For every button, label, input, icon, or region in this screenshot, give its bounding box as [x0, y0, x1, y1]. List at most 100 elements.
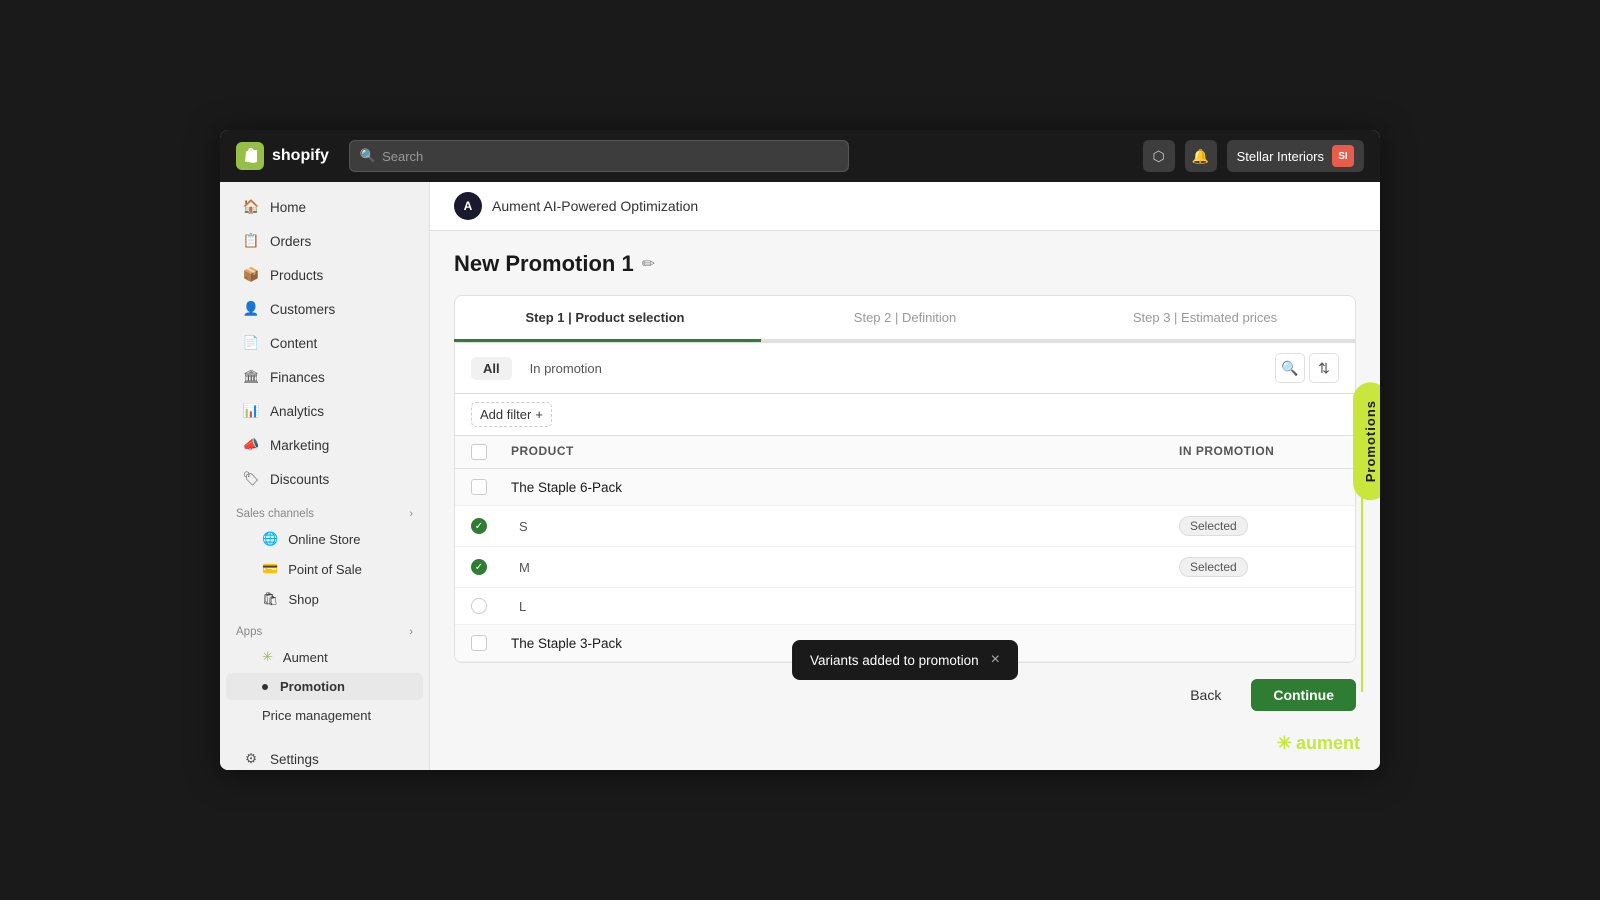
selected-badge-s: Selected [1179, 516, 1248, 536]
table-row: The Staple 6-Pack [455, 469, 1355, 506]
aument-logo-text: aument [1296, 733, 1360, 754]
sidebar-item-products[interactable]: 📦 Products [226, 259, 423, 291]
search-icon: 🔍 [360, 148, 376, 164]
sidebar-label-online-store: Online Store [288, 532, 360, 547]
sidebar-item-finances[interactable]: 🏛 Finances [226, 361, 423, 393]
sidebar-label-promotion: Promotion [280, 679, 345, 694]
page-title-row: New Promotion 1 ✏ [454, 251, 1356, 277]
products-icon: 📦 [242, 266, 260, 284]
sales-channels-chevron: › [409, 508, 413, 520]
store-name: Stellar Interiors [1237, 149, 1324, 164]
help-icon-btn[interactable]: ⬡ [1143, 140, 1175, 172]
sidebar-label-products: Products [270, 268, 323, 283]
topbar-right: ⬡ 🔔 Stellar Interiors SI [1143, 140, 1364, 172]
table-row: L [455, 588, 1355, 625]
row-checkbox-l[interactable] [471, 598, 511, 614]
row-checkbox-staple3[interactable] [471, 635, 511, 651]
sidebar-item-content[interactable]: 📄 Content [226, 327, 423, 359]
store-avatar: SI [1332, 145, 1354, 167]
promotions-side-tab[interactable]: Promotions [1353, 382, 1380, 500]
variant-name-l: L [511, 599, 1179, 614]
edit-icon[interactable]: ✏ [642, 254, 655, 274]
sidebar-label-orders: Orders [270, 234, 311, 249]
row-checkbox-m[interactable]: ✓ [471, 559, 511, 575]
add-filter-label: Add filter [480, 407, 531, 422]
search-filter-icon-btn[interactable]: 🔍 [1275, 353, 1305, 383]
search-bar[interactable]: 🔍 Search [349, 140, 849, 172]
sidebar-item-marketing[interactable]: 📣 Marketing [226, 429, 423, 461]
variant-name-s: S [511, 519, 1179, 534]
content-icon: 📄 [242, 334, 260, 352]
in-promotion-m: Selected [1179, 557, 1339, 577]
sort-icon-btn[interactable]: ⇅ [1309, 353, 1339, 383]
sidebar-label-finances: Finances [270, 370, 325, 385]
row-checkbox-staple6[interactable] [471, 479, 511, 495]
step-2[interactable]: Step 2 | Definition [755, 296, 1055, 339]
sidebar-item-shop[interactable]: 🛍 Shop [226, 585, 423, 613]
store-btn[interactable]: Stellar Interiors SI [1227, 140, 1364, 172]
sidebar: 🏠 Home 📋 Orders 📦 Products 👤 Customers 📄… [220, 182, 430, 770]
sidebar-item-customers[interactable]: 👤 Customers [226, 293, 423, 325]
bell-icon: 🔔 [1192, 148, 1209, 165]
aument-logo: ✳ aument [1277, 733, 1360, 754]
checkbox-m[interactable]: ✓ [471, 559, 487, 575]
analytics-icon: 📊 [242, 402, 260, 420]
select-all-checkbox[interactable] [471, 444, 487, 460]
checkbox-l[interactable] [471, 598, 487, 614]
step-1[interactable]: Step 1 | Product selection [455, 296, 755, 339]
back-button[interactable]: Back [1172, 679, 1239, 711]
app-header: A Aument AI-Powered Optimization [430, 182, 1380, 231]
page-title: New Promotion 1 [454, 251, 634, 277]
checkbox-s[interactable]: ✓ [471, 518, 487, 534]
shopify-text: shopify [272, 147, 329, 165]
tab-row: All In promotion 🔍 ⇅ [455, 343, 1355, 394]
row-checkbox-s[interactable]: ✓ [471, 518, 511, 534]
checkbox-staple3[interactable] [471, 635, 487, 651]
header-product: Product [511, 444, 1179, 460]
sidebar-label-price-mgmt: Price management [262, 708, 371, 723]
search-placeholder: Search [382, 149, 423, 164]
plus-icon: + [535, 407, 543, 422]
sidebar-item-price-management[interactable]: Price management [226, 702, 423, 729]
step-3-label: Step 3 | Estimated prices [1133, 310, 1277, 325]
sidebar-label-settings: Settings [270, 752, 319, 767]
sidebar-item-home[interactable]: 🏠 Home [226, 191, 423, 223]
discounts-icon: 🏷 [242, 470, 260, 488]
aument-star-icon: ✳ [1277, 733, 1292, 754]
sidebar-label-customers: Customers [270, 302, 335, 317]
sidebar-label-aument: Aument [283, 650, 328, 665]
shopify-logo-icon [236, 142, 264, 170]
sidebar-item-settings[interactable]: ⚙ Settings [226, 743, 423, 770]
step-3[interactable]: Step 3 | Estimated prices [1055, 296, 1355, 339]
toast-notification: Variants added to promotion × [792, 640, 1018, 680]
sidebar-item-discounts[interactable]: 🏷 Discounts [226, 463, 423, 495]
shopify-logo[interactable]: shopify [236, 142, 329, 170]
checkbox-staple6[interactable] [471, 479, 487, 495]
search-filter-icon: 🔍 [1281, 360, 1298, 377]
bell-icon-btn[interactable]: 🔔 [1185, 140, 1217, 172]
sidebar-item-pos[interactable]: 💳 Point of Sale [226, 555, 423, 583]
promotion-indicator [262, 684, 268, 690]
apps-section: Apps › [220, 614, 429, 642]
sidebar-item-promotion[interactable]: Promotion [226, 673, 423, 700]
step-2-label: Step 2 | Definition [854, 310, 956, 325]
toast-close-btn[interactable]: × [991, 652, 1000, 668]
tab-in-promotion[interactable]: In promotion [518, 357, 614, 380]
promo-side-line [1361, 492, 1363, 692]
sidebar-item-orders[interactable]: 📋 Orders [226, 225, 423, 257]
product-card: All In promotion 🔍 ⇅ [454, 342, 1356, 663]
apps-chevron: › [409, 626, 413, 638]
sidebar-item-online-store[interactable]: 🌐 Online Store [226, 525, 423, 553]
tab-all[interactable]: All [471, 357, 512, 380]
continue-button[interactable]: Continue [1251, 679, 1356, 711]
tab-icons: 🔍 ⇅ [1275, 353, 1339, 383]
sidebar-label-pos: Point of Sale [288, 562, 362, 577]
sidebar-item-analytics[interactable]: 📊 Analytics [226, 395, 423, 427]
sidebar-item-aument[interactable]: ✳ Aument [226, 643, 423, 671]
settings-icon: ⚙ [242, 750, 260, 768]
in-promotion-s: Selected [1179, 516, 1339, 536]
shop-icon: 🛍 [262, 591, 279, 607]
add-filter-btn[interactable]: Add filter + [471, 402, 552, 427]
sidebar-label-marketing: Marketing [270, 438, 329, 453]
selected-badge-m: Selected [1179, 557, 1248, 577]
